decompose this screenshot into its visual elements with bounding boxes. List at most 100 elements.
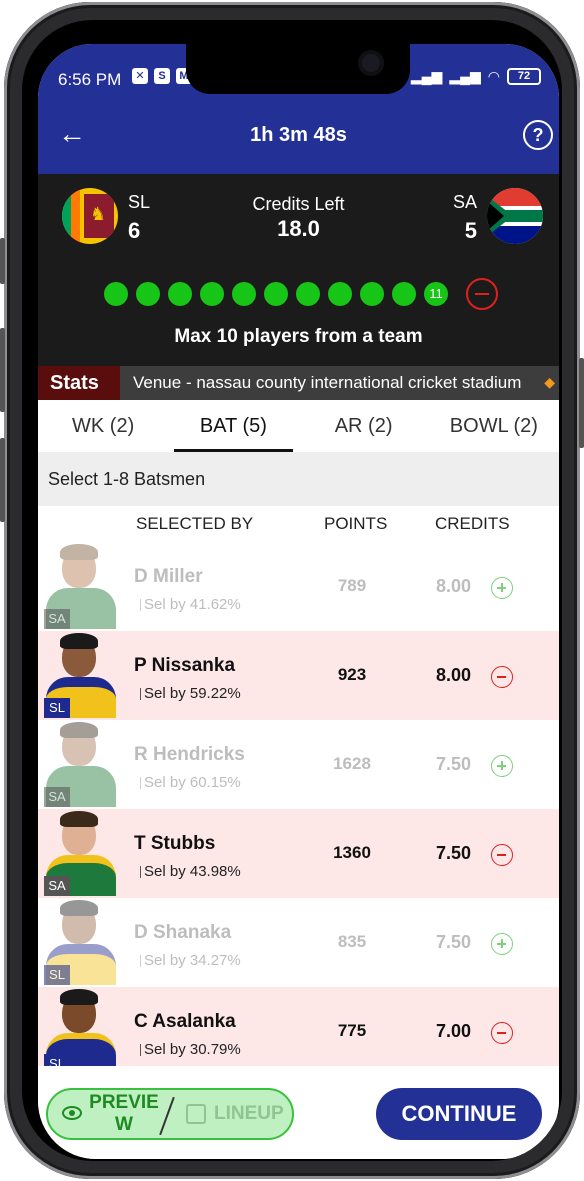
- stats-bar: Stats Venue - nassau county internationa…: [38, 366, 559, 400]
- player-points: 835: [337, 932, 367, 951]
- mute-icon: ✕: [132, 68, 148, 84]
- col-selected-by[interactable]: SELECTED BY: [136, 514, 253, 534]
- phone-frame: 6:56 PM ✕ S M ▂▄▆ ▂▄▆ ◠ 72 ← 1h 3m 48s ?…: [0, 2, 584, 1179]
- progress-dot: [136, 282, 160, 306]
- progress-dot: [264, 282, 288, 306]
- clear-team-icon[interactable]: [466, 278, 498, 310]
- team-summary: ♞ SL 6 Credits Left 18.0 SA 5 11 Max 10 …: [38, 174, 559, 366]
- lineup-button[interactable]: LINEUP: [214, 1103, 284, 1125]
- diamond-icon: ◆: [544, 374, 555, 390]
- player-selected-by: Sel by 59.22%: [140, 685, 241, 702]
- player-selected-by: Sel by 34.27%: [140, 952, 241, 969]
- team-badge: SA: [44, 787, 70, 807]
- stats-button[interactable]: Stats: [38, 366, 120, 400]
- col-credits[interactable]: CREDITS: [435, 514, 510, 534]
- player-row[interactable]: SA R Hendricks Sel by 60.15% 1628 7.50: [38, 720, 559, 809]
- player-points: 789: [337, 576, 367, 595]
- player-progress-dots: 11: [104, 282, 448, 306]
- player-name: T Stubbs: [134, 833, 216, 854]
- add-player-icon[interactable]: [491, 755, 513, 777]
- tab-wk[interactable]: WK (2): [38, 400, 168, 452]
- team-badge: SL: [44, 698, 70, 718]
- jersey-icon: [186, 1104, 206, 1124]
- right-team-code: SA: [452, 192, 477, 212]
- credits-left-label: Credits Left: [252, 194, 345, 214]
- player-row[interactable]: SL P Nissanka Sel by 59.22% 923 8.00: [38, 631, 559, 720]
- player-row[interactable]: SA T Stubbs Sel by 43.98% 1360 7.50: [38, 809, 559, 898]
- venue-ticker: Venue - nassau county international cric…: [133, 373, 522, 392]
- player-credits: 7.00: [436, 1021, 472, 1041]
- player-selected-by: Sel by 30.79%: [140, 1041, 241, 1058]
- remove-player-icon[interactable]: [491, 1022, 513, 1044]
- player-credits: 7.50: [436, 932, 472, 952]
- player-points: 775: [337, 1021, 367, 1040]
- remove-player-icon[interactable]: [491, 844, 513, 866]
- progress-dot: [104, 282, 128, 306]
- phone-bezel: 6:56 PM ✕ S M ▂▄▆ ▂▄▆ ◠ 72 ← 1h 3m 48s ?…: [22, 20, 562, 1161]
- progress-dot: [360, 282, 384, 306]
- player-selected-by: Sel by 43.98%: [140, 863, 241, 880]
- player-name: D Miller: [134, 566, 203, 587]
- max-players-note: Max 10 players from a team: [174, 326, 423, 347]
- tab-ar[interactable]: AR (2): [299, 400, 429, 452]
- volume-button: [0, 238, 5, 284]
- app-screen: 6:56 PM ✕ S M ▂▄▆ ▂▄▆ ◠ 72 ← 1h 3m 48s ?…: [38, 44, 559, 1159]
- progress-dot: [168, 282, 192, 306]
- skype-icon: S: [154, 68, 170, 84]
- eye-icon: [62, 1106, 82, 1120]
- volume-button: [0, 328, 5, 412]
- battery-icon: 72: [507, 68, 541, 85]
- credits-left-value: 18.0: [277, 216, 320, 241]
- player-credits: 7.50: [436, 843, 472, 863]
- player-name: P Nissanka: [134, 655, 236, 676]
- player-credits: 7.50: [436, 754, 472, 774]
- col-points[interactable]: POINTS: [324, 514, 387, 534]
- wifi-icon: ◠: [487, 68, 500, 84]
- notch: [186, 44, 410, 94]
- player-points: 923: [337, 665, 367, 684]
- system-icons: ▂▄▆ ▂▄▆ ◠ 72: [411, 68, 541, 85]
- player-row[interactable]: SA D Miller Sel by 41.62% 789 8.00: [38, 542, 559, 631]
- team-badge: SA: [44, 609, 70, 629]
- tab-bowl[interactable]: BOWL (2): [429, 400, 559, 452]
- footer-actions: PREVIE W LINEUP CONTINUE: [38, 1066, 559, 1159]
- tab-bat[interactable]: BAT (5): [168, 400, 298, 452]
- help-icon[interactable]: ?: [523, 120, 553, 150]
- preview-lineup-toggle[interactable]: PREVIE W LINEUP: [46, 1088, 294, 1140]
- camera: [358, 50, 384, 76]
- column-headers: SELECTED BY POINTS CREDITS: [38, 506, 559, 542]
- continue-button[interactable]: CONTINUE: [376, 1088, 542, 1140]
- selection-hint: Select 1-8 Batsmen: [38, 452, 559, 506]
- volume-button: [0, 438, 5, 522]
- player-points: 1360: [333, 843, 371, 862]
- south-africa-flag-icon: [487, 188, 543, 244]
- player-name: R Hendricks: [134, 744, 245, 765]
- progress-dot: [200, 282, 224, 306]
- progress-dot: [232, 282, 256, 306]
- app-header: ← 1h 3m 48s ?: [38, 96, 559, 174]
- progress-dot: [328, 282, 352, 306]
- player-selected-by: Sel by 60.15%: [140, 774, 241, 791]
- preview-button[interactable]: PREVIE W: [88, 1092, 160, 1136]
- add-player-icon[interactable]: [491, 577, 513, 599]
- right-team-count: 5: [464, 218, 477, 243]
- player-credits: 8.00: [436, 665, 472, 685]
- countdown-timer: 1h 3m 48s: [250, 124, 347, 146]
- notification-icons: ✕ S M: [132, 68, 192, 84]
- player-points: 1628: [333, 754, 371, 773]
- player-name: D Shanaka: [134, 922, 232, 943]
- progress-dot: [392, 282, 416, 306]
- player-selected-by: Sel by 41.62%: [140, 596, 241, 613]
- player-row[interactable]: SL C Asalanka Sel by 30.79% 775 7.00: [38, 987, 559, 1076]
- player-name: C Asalanka: [134, 1011, 236, 1032]
- status-time: 6:56 PM: [58, 70, 122, 89]
- player-credits: 8.00: [436, 576, 472, 596]
- signal-icon: ▂▄▆: [410, 68, 443, 84]
- player-row[interactable]: SL D Shanaka Sel by 34.27% 835 7.50: [38, 898, 559, 987]
- signal-icon-2: ▂▄▆: [449, 68, 481, 84]
- progress-dot: [296, 282, 320, 306]
- add-player-icon[interactable]: [491, 933, 513, 955]
- team-badge: SA: [44, 876, 70, 896]
- power-button: [579, 358, 584, 448]
- remove-player-icon[interactable]: [491, 666, 513, 688]
